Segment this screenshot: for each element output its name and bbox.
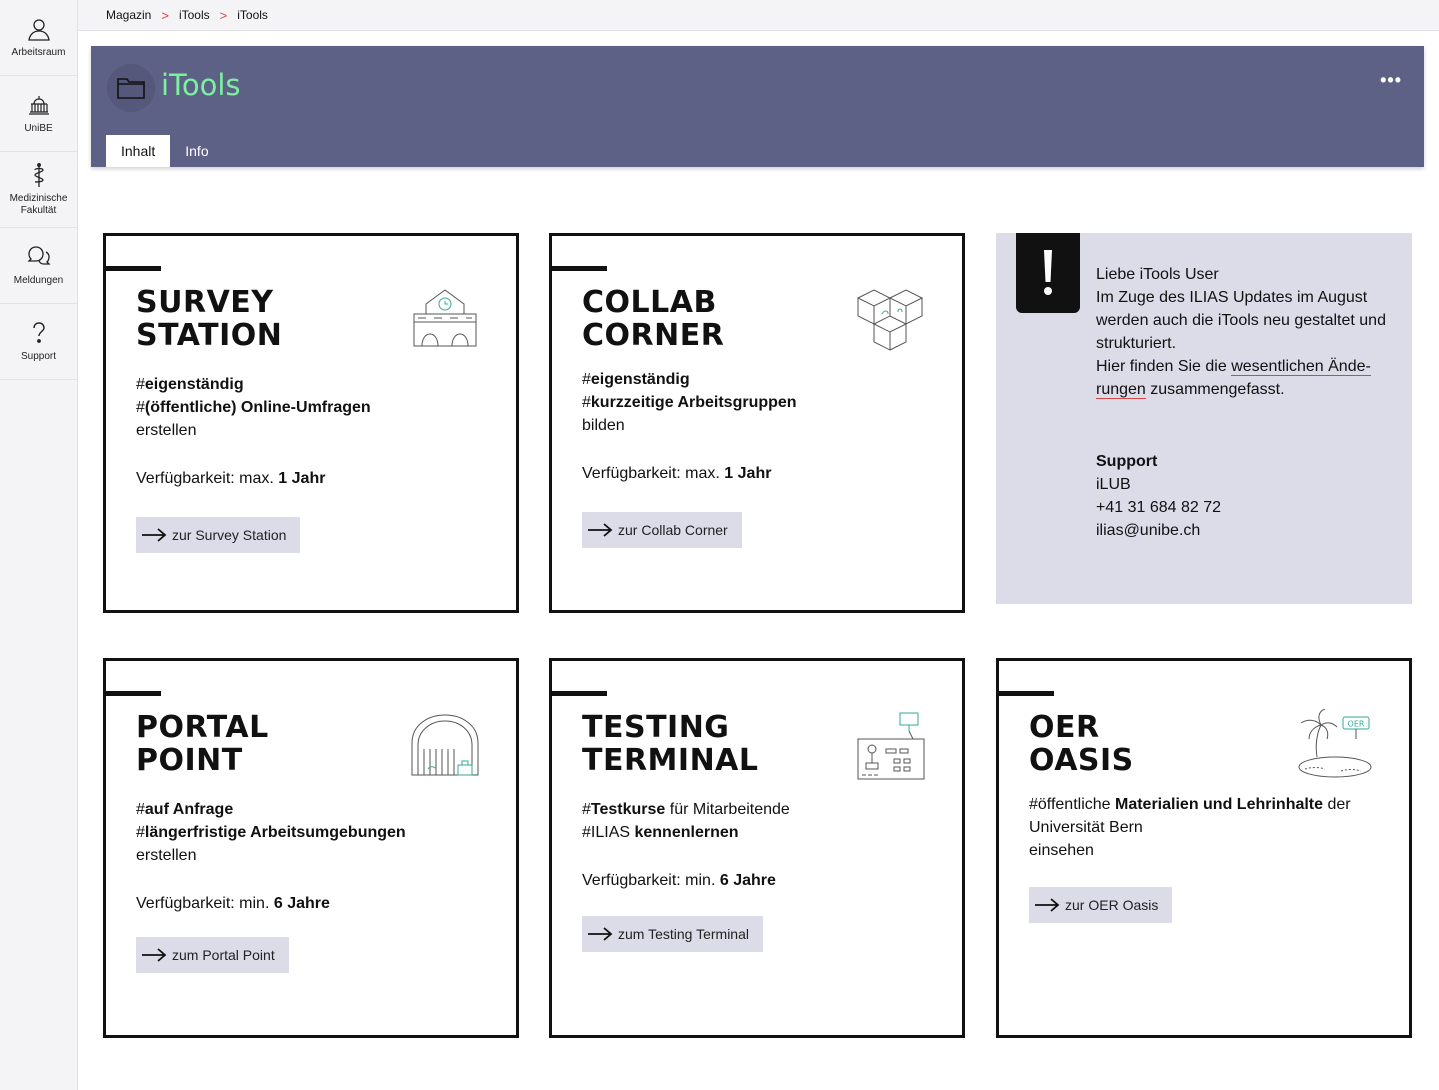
chevron-right-icon: > <box>219 7 228 23</box>
card-description: #auf Anfrage #längerfristige Arbeitsumge… <box>136 801 406 864</box>
card-title: PORTAL POINT <box>136 710 269 778</box>
card-title: TESTING TERMINAL <box>582 710 759 778</box>
support-email[interactable]: ilias@unibe.ch <box>1096 519 1221 542</box>
page-title: iTools <box>161 68 241 102</box>
arrow-right-icon <box>136 528 172 542</box>
chevron-right-icon: > <box>161 7 169 23</box>
building-icon <box>28 96 49 115</box>
card-description: #öffentliche Materialien und Lehrinhalte… <box>1029 796 1351 859</box>
card-oer-oasis: OER OASIS OER #öffentliche Materialien u… <box>996 658 1412 1038</box>
sidebar-item-support[interactable]: Support <box>0 304 77 380</box>
collab-corner-cubes-icon <box>856 289 924 351</box>
arrow-right-icon <box>1029 898 1065 912</box>
testing-terminal-button[interactable]: zum Testing Terminal <box>582 916 763 952</box>
card-accent-bar <box>999 691 1054 696</box>
main-sidebar: Arbeitsraum UniBE Medizinische Fakultät … <box>0 0 78 1090</box>
caduceus-icon <box>33 163 44 187</box>
page-header: iTools ••• Inhalt Info <box>91 46 1424 167</box>
card-availability: Verfügbarkeit: min. 6 Jahre <box>136 895 330 912</box>
changes-link[interactable]: wesentlichen Ände- <box>1231 358 1371 376</box>
breadcrumb: Magazin > iTools > iTools <box>78 0 1439 31</box>
card-description: #eigenständig #(öffentliche) Online-Umfr… <box>136 376 371 439</box>
card-accent-bar <box>106 691 161 696</box>
card-portal-point: PORTAL POINT #auf Anfrage #längerfristig… <box>103 658 519 1038</box>
more-actions-button[interactable]: ••• <box>1380 70 1402 91</box>
arrow-right-icon <box>582 927 618 941</box>
sidebar-item-label: Arbeitsraum <box>11 47 66 58</box>
oer-oasis-button[interactable]: zur OER Oasis <box>1029 887 1173 923</box>
notice-panel: Liebe iTools User Im Zuge des ILIAS Upda… <box>996 233 1412 604</box>
portal-point-button[interactable]: zum Portal Point <box>136 937 289 973</box>
card-accent-bar <box>106 266 161 271</box>
card-title: COLLAB CORNER <box>582 285 725 353</box>
oer-oasis-island-icon: OER <box>1298 709 1372 778</box>
notice-text: Liebe iTools User Im Zuge des ILIAS Upda… <box>1096 266 1386 399</box>
card-description: #Testkurse für Mitarbeitende #ILIAS kenn… <box>582 801 790 841</box>
card-availability: Verfügbarkeit: min. 6 Jahre <box>582 872 776 889</box>
sidebar-item-label: Medizinische Fakultät <box>9 193 68 216</box>
sidebar-item-unibe[interactable]: UniBE <box>0 76 77 152</box>
sidebar-item-medizinische-fakultaet[interactable]: Medizinische Fakultät <box>0 152 77 228</box>
sidebar-item-meldungen[interactable]: Meldungen <box>0 228 77 304</box>
card-availability: Verfügbarkeit: max. 1 Jahr <box>136 470 326 487</box>
sidebar-item-label: Support <box>20 351 57 362</box>
arrow-right-icon <box>582 523 618 537</box>
breadcrumb-magazin[interactable]: Magazin <box>106 8 151 22</box>
card-collab-corner: COLLAB CORNER #eigenständig #kurzzeitige… <box>549 233 965 613</box>
card-accent-bar <box>552 266 607 271</box>
collab-corner-button[interactable]: zur Collab Corner <box>582 512 742 548</box>
breadcrumb-itools-parent[interactable]: iTools <box>179 8 210 22</box>
card-title: SURVEY STATION <box>136 285 283 353</box>
survey-station-button[interactable]: zur Survey Station <box>136 517 301 553</box>
card-testing-terminal: TESTING TERMINAL #Testkurse für Mitarbei… <box>549 658 965 1038</box>
card-title: OER OASIS <box>1029 710 1134 778</box>
user-icon <box>27 19 50 41</box>
support-info: Support iLUB +41 31 684 82 72 ilias@unib… <box>1096 450 1221 542</box>
arrow-right-icon <box>136 948 172 962</box>
breadcrumb-itools-current[interactable]: iTools <box>237 8 268 22</box>
oer-badge-label: OER <box>1348 720 1365 729</box>
sidebar-item-label: UniBE <box>24 123 53 134</box>
tab-info[interactable]: Info <box>170 135 223 167</box>
testing-terminal-console-icon <box>857 712 925 780</box>
sidebar-item-label: Meldungen <box>13 275 64 286</box>
exclamation-icon <box>1016 233 1080 313</box>
header-tabs: Inhalt Info <box>106 135 224 167</box>
chat-bubbles-icon <box>26 246 51 265</box>
survey-station-illustration-icon <box>413 289 477 347</box>
sidebar-item-arbeitsraum[interactable]: Arbeitsraum <box>0 0 77 76</box>
card-accent-bar <box>552 691 607 696</box>
portal-point-gate-icon <box>411 714 479 776</box>
card-description: #eigenständig #kurzzeitige Arbeitsgruppe… <box>582 371 797 434</box>
question-icon <box>32 322 45 343</box>
card-availability: Verfügbarkeit: max. 1 Jahr <box>582 465 772 482</box>
card-survey-station: SURVEY STATION #eigenständig #(öffentlic… <box>103 233 519 613</box>
tab-inhalt[interactable]: Inhalt <box>106 135 171 167</box>
folder-icon <box>107 64 155 112</box>
changes-link-cont[interactable]: rungen <box>1096 381 1146 399</box>
